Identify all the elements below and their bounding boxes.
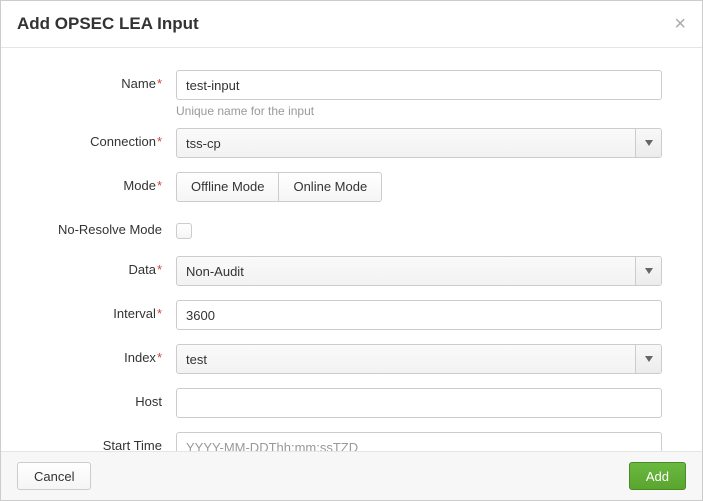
modal-title: Add OPSEC LEA Input [17,14,674,34]
field-row-data: Data* Non-Audit [21,256,662,286]
label-connection-text: Connection [90,134,156,149]
label-index-text: Index [124,350,156,365]
index-selected-value: test [186,352,207,367]
field-row-starttime: Start Time [21,432,662,451]
required-mark: * [157,178,162,193]
label-noresolve: No-Resolve Mode [21,216,176,237]
add-opsec-lea-input-modal: Add OPSEC LEA Input × Name* Unique name … [0,0,703,501]
connection-selected-value: tss-cp [186,136,221,151]
field-starttime [176,432,662,451]
add-button[interactable]: Add [629,462,686,490]
field-noresolve [176,216,662,242]
name-help-text: Unique name for the input [176,104,662,118]
label-noresolve-text: No-Resolve Mode [58,222,162,237]
label-starttime: Start Time [21,432,176,451]
field-data: Non-Audit [176,256,662,286]
mode-toggle-group: Offline Mode Online Mode [176,172,382,202]
field-index: test [176,344,662,374]
field-name: Unique name for the input [176,70,662,118]
label-data-text: Data [128,262,155,277]
field-row-mode: Mode* Offline Mode Online Mode [21,172,662,202]
required-mark: * [157,76,162,91]
close-icon: × [674,13,686,35]
label-starttime-text: Start Time [103,438,162,451]
required-mark: * [157,306,162,321]
mode-offline-button[interactable]: Offline Mode [176,172,279,202]
modal-footer: Cancel Add [1,451,702,500]
data-select[interactable]: Non-Audit [176,256,662,286]
connection-select[interactable]: tss-cp [176,128,662,158]
name-input[interactable] [176,70,662,100]
chevron-down-icon [635,257,661,285]
host-input[interactable] [176,388,662,418]
label-interval-text: Interval [113,306,156,321]
modal-body: Name* Unique name for the input Connecti… [1,48,702,451]
field-row-interval: Interval* [21,300,662,330]
label-host-text: Host [135,394,162,409]
label-name-text: Name [121,76,156,91]
interval-input[interactable] [176,300,662,330]
noresolve-checkbox[interactable] [176,223,192,239]
mode-online-button[interactable]: Online Mode [278,172,382,202]
label-name: Name* [21,70,176,91]
cancel-button[interactable]: Cancel [17,462,91,490]
chevron-down-icon [635,345,661,373]
field-row-noresolve: No-Resolve Mode [21,216,662,242]
label-host: Host [21,388,176,409]
close-button[interactable]: × [674,14,686,34]
label-mode-text: Mode [123,178,156,193]
field-row-connection: Connection* tss-cp [21,128,662,158]
field-row-index: Index* test [21,344,662,374]
field-mode: Offline Mode Online Mode [176,172,662,202]
modal-header: Add OPSEC LEA Input × [1,1,702,48]
required-mark: * [157,350,162,365]
required-mark: * [157,262,162,277]
field-row-name: Name* Unique name for the input [21,70,662,118]
index-select[interactable]: test [176,344,662,374]
data-selected-value: Non-Audit [186,264,244,279]
label-mode: Mode* [21,172,176,193]
label-data: Data* [21,256,176,277]
required-mark: * [157,134,162,149]
field-row-host: Host [21,388,662,418]
label-connection: Connection* [21,128,176,149]
label-index: Index* [21,344,176,365]
label-interval: Interval* [21,300,176,321]
chevron-down-icon [635,129,661,157]
field-host [176,388,662,418]
field-interval [176,300,662,330]
starttime-input[interactable] [176,432,662,451]
field-connection: tss-cp [176,128,662,158]
